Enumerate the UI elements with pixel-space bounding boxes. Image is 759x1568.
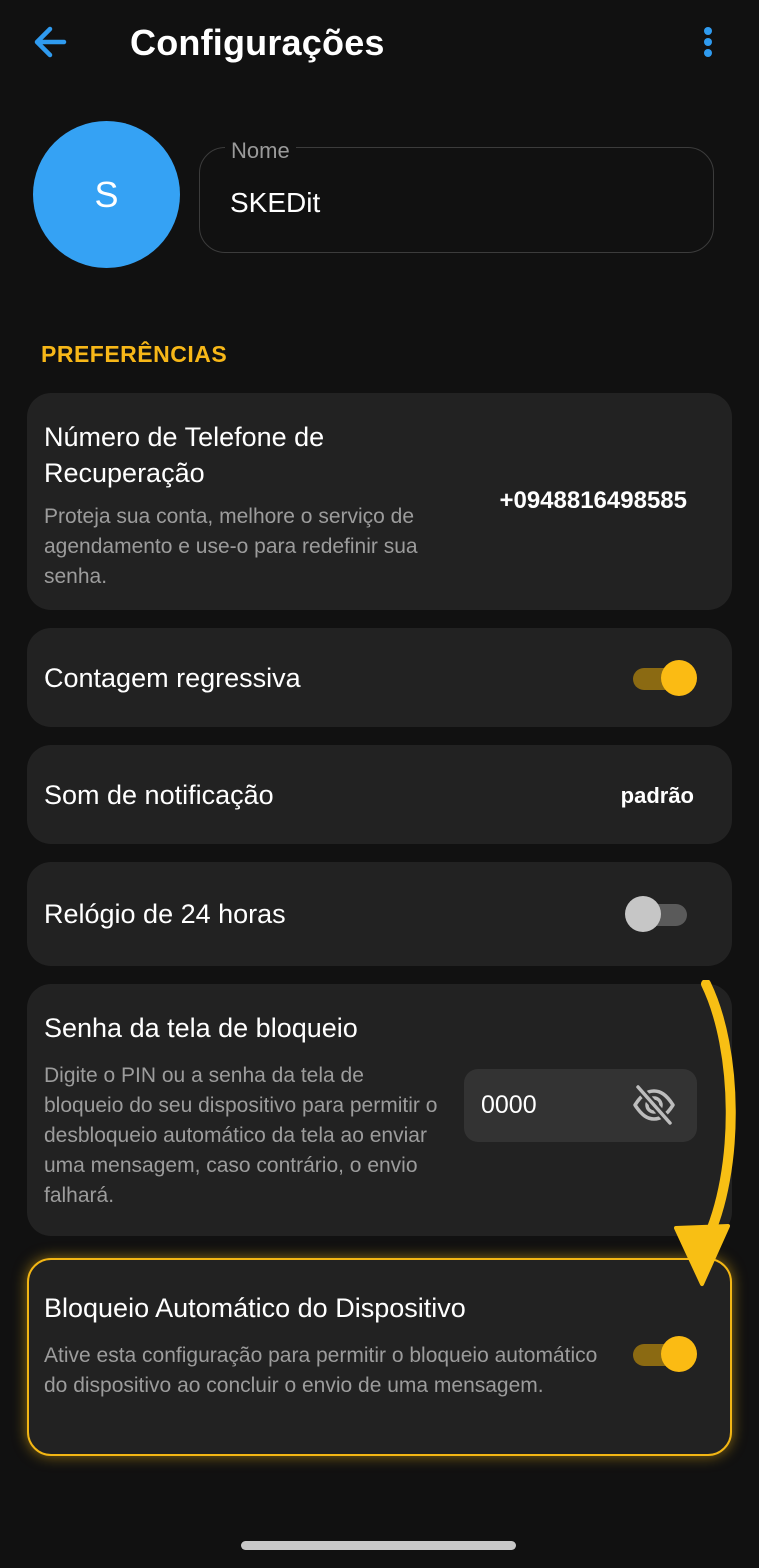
recovery-phone-description: Proteja sua conta, melhore o serviço de … [44,505,418,588]
avatar[interactable]: S [33,121,180,268]
back-button[interactable] [30,22,74,62]
clock-24h-setting[interactable]: Relógio de 24 horas [27,862,732,966]
countdown-title: Contagem regressiva [44,663,301,693]
clock-24h-title: Relógio de 24 horas [44,899,286,929]
section-title-preferences: PREFERÊNCIAS [41,341,228,367]
recovery-phone-setting[interactable]: Número de Telefone de Recuperação Protej… [27,393,732,610]
page-title: Configurações [130,22,385,63]
recovery-phone-value: +0948816498585 [499,487,687,514]
auto-lock-description: Ative esta configuração para permitir o … [44,1344,598,1397]
recovery-phone-title: Número de Telefone de Recuperação [44,422,325,488]
avatar-initial: S [94,173,119,215]
highlight-arrow [674,980,736,1286]
more-options-button[interactable] [696,22,720,62]
pin-input-value[interactable]: 0000 [481,1089,537,1121]
lock-screen-password-setting: Senha da tela de bloqueio Digite o PIN o… [27,984,732,1236]
name-field-value[interactable]: SKEDit [230,186,320,220]
arrow-left-icon [34,26,67,58]
notification-sound-value: padrão [620,783,694,808]
auto-lock-toggle[interactable] [633,1336,697,1372]
lock-screen-password-description: Digite o PIN ou a senha da tela de bloqu… [44,1064,438,1207]
notification-sound-title: Som de notificação [44,780,274,810]
home-indicator[interactable] [241,1541,516,1550]
clock-24h-toggle[interactable] [625,896,689,932]
lock-screen-password-title: Senha da tela de bloqueio [44,1013,358,1043]
auto-lock-setting[interactable]: Bloqueio Automático do Dispositivo Ative… [27,1258,732,1456]
countdown-toggle[interactable] [633,660,697,696]
name-field-label: Nome [225,138,296,164]
auto-lock-title: Bloqueio Automático do Dispositivo [44,1293,466,1323]
countdown-setting[interactable]: Contagem regressiva [27,628,732,727]
notification-sound-setting[interactable]: Som de notificação padrão [27,745,732,844]
